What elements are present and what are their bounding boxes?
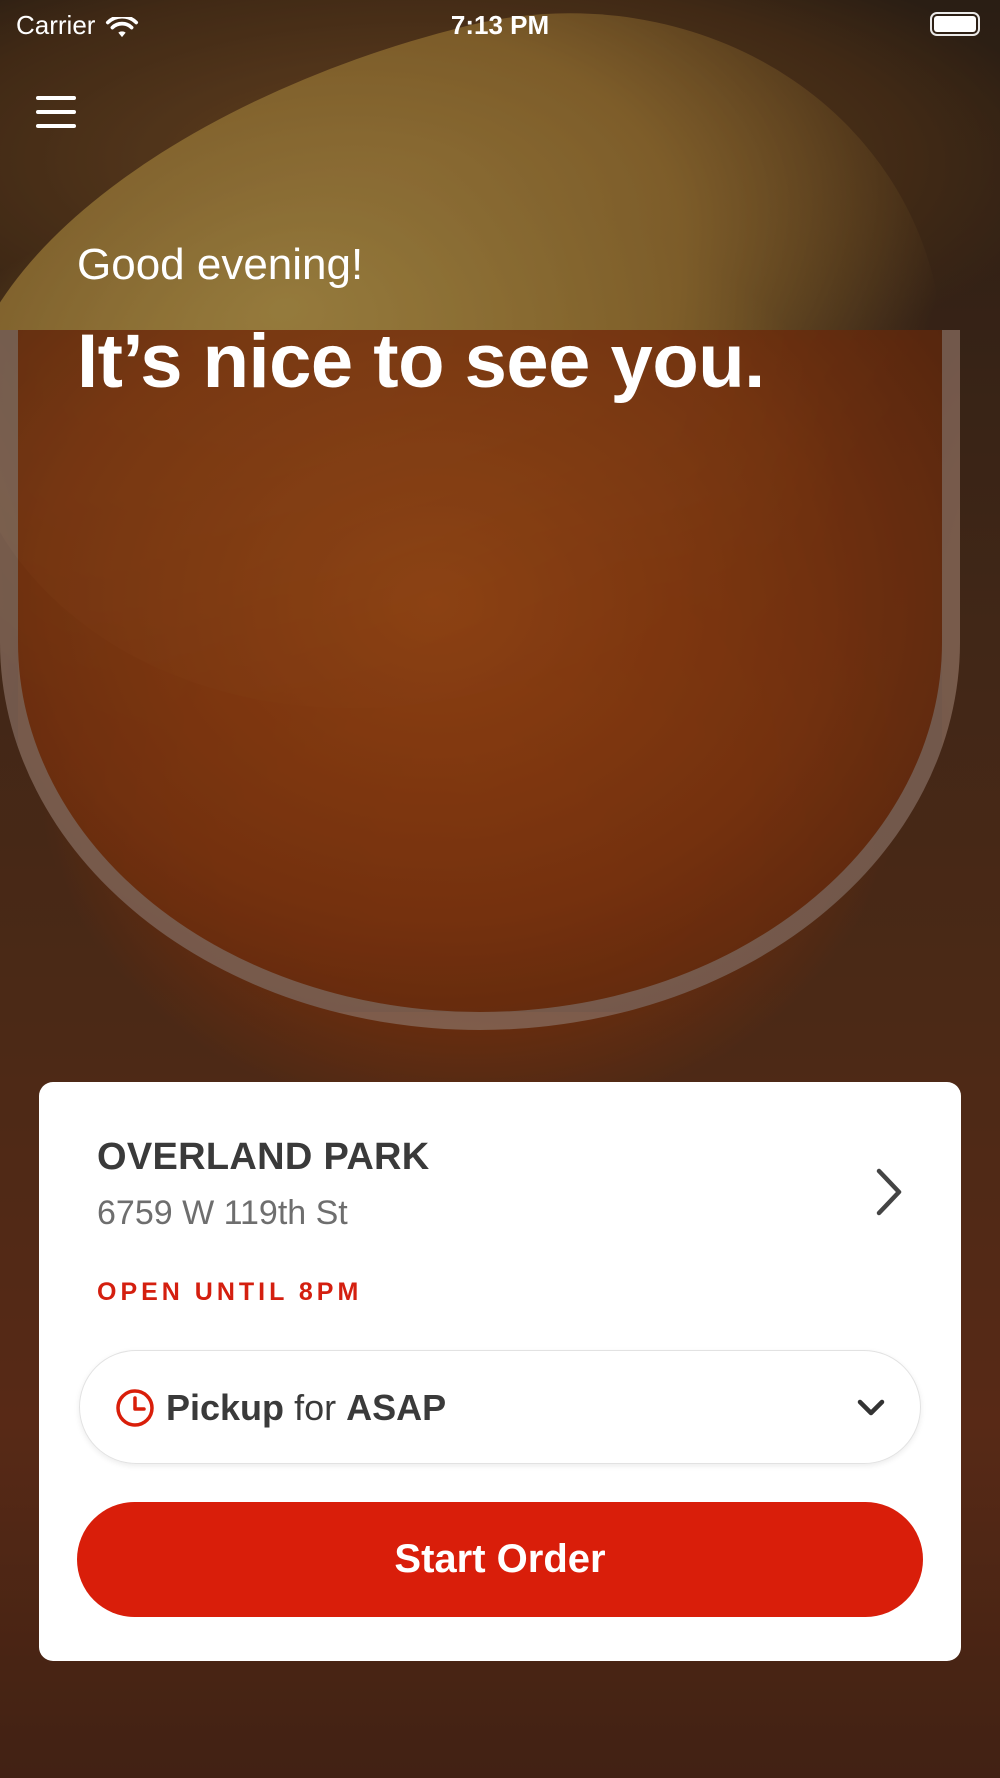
order-mode-connector: for: [294, 1387, 337, 1428]
chevron-right-icon[interactable]: [869, 1165, 909, 1219]
pickup-text: Pickup for ASAP: [166, 1387, 446, 1429]
pickup-time-selector[interactable]: Pickup for ASAP: [79, 1350, 921, 1464]
store-name[interactable]: OVERLAND PARK: [97, 1136, 430, 1179]
status-bar: Carrier 7:13 PM: [0, 0, 1000, 50]
start-order-button[interactable]: Start Order: [77, 1502, 923, 1617]
battery-level: [934, 16, 976, 32]
location-card: OVERLAND PARK 6759 W 119th St OPEN UNTIL…: [39, 1082, 961, 1661]
order-mode: Pickup: [166, 1387, 285, 1428]
hamburger-menu-icon[interactable]: [36, 94, 78, 132]
order-time: ASAP: [346, 1387, 447, 1428]
store-address[interactable]: 6759 W 119th St: [97, 1194, 348, 1233]
headline-text: It’s nice to see you.: [77, 319, 765, 404]
chevron-down-icon: [857, 1399, 885, 1416]
battery-icon: [930, 12, 980, 36]
greeting-text: Good evening!: [77, 240, 364, 289]
clock-icon: [116, 1389, 154, 1427]
status-time: 7:13 PM: [450, 10, 550, 40]
store-hours-status: OPEN UNTIL 8PM: [97, 1278, 363, 1306]
